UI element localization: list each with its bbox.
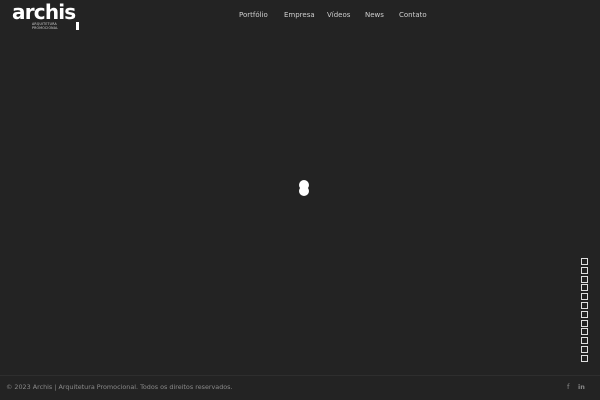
- page: archis ARQUITETURA PROMOCIONAL Portfólio…: [0, 0, 600, 400]
- nav-item-news[interactable]: News: [365, 10, 384, 20]
- nav-item-contato[interactable]: Contato: [399, 10, 427, 20]
- linkedin-icon[interactable]: in: [578, 383, 585, 392]
- copyright-text: © 2023 Archis | Arquitetura Promocional.…: [6, 383, 233, 391]
- slide-navigation: [581, 258, 588, 363]
- slide-square-icon[interactable]: [581, 319, 588, 327]
- site-header: archis ARQUITETURA PROMOCIONAL Portfólio…: [0, 0, 600, 36]
- slide-square-icon[interactable]: [581, 346, 588, 353]
- logo-tagline-2: PROMOCIONAL: [32, 26, 59, 30]
- nav-item-empresa[interactable]: Empresa: [284, 10, 315, 20]
- loader-dot: [299, 186, 309, 196]
- site-footer: © 2023 Archis | Arquitetura Promocional.…: [0, 375, 600, 400]
- slide-square-icon[interactable]: [581, 310, 588, 318]
- slide-square-icon[interactable]: [581, 275, 588, 283]
- nav-item-videos[interactable]: Vídeos: [327, 10, 350, 20]
- slide-square-icon[interactable]: [581, 293, 588, 301]
- logo-bar: [76, 22, 79, 30]
- slide-square-icon[interactable]: [581, 337, 588, 345]
- slide-square-icon[interactable]: [581, 354, 588, 362]
- loading-spinner-icon: [299, 180, 311, 197]
- facebook-icon[interactable]: f: [567, 383, 569, 392]
- slide-square-icon[interactable]: [581, 328, 588, 336]
- slide-square-icon[interactable]: [581, 266, 588, 274]
- main-nav: Portfólio Empresa Vídeos News Contato: [0, 10, 600, 22]
- slide-square-icon[interactable]: [581, 258, 588, 265]
- slide-square-icon[interactable]: [581, 284, 588, 292]
- nav-item-portfolio[interactable]: Portfólio: [239, 10, 268, 20]
- slide-square-icon[interactable]: [581, 302, 588, 309]
